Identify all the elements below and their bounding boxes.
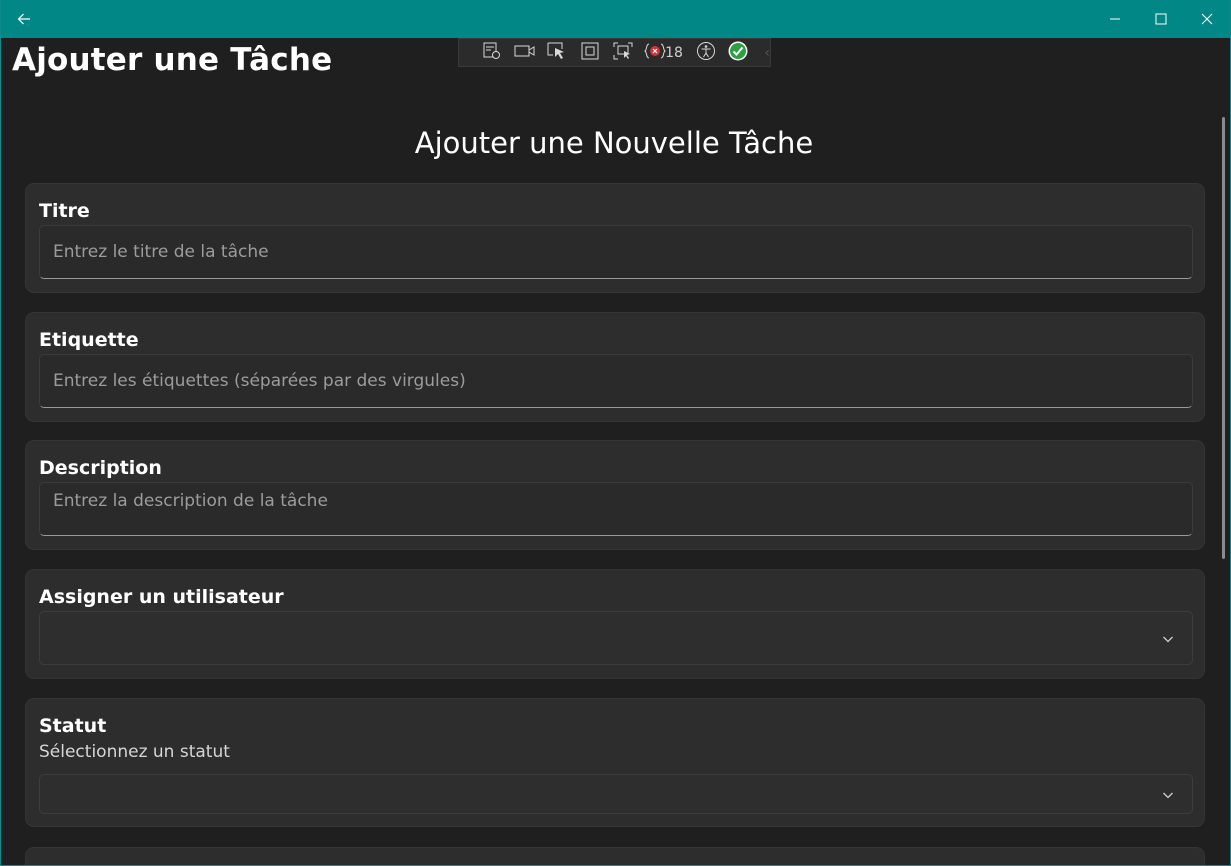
display-layout-adorners-button[interactable]	[575, 41, 605, 65]
status-select[interactable]	[39, 774, 1193, 814]
hot-reload-status-button[interactable]	[724, 41, 754, 65]
description-label: Description	[39, 457, 162, 479]
accessibility-button[interactable]	[691, 41, 721, 65]
status-hint: Sélectionnez un statut	[39, 742, 230, 762]
title-card: Titre	[25, 183, 1205, 293]
vertical-scrollbar[interactable]	[1222, 117, 1225, 559]
close-button[interactable]	[1184, 0, 1230, 38]
close-icon	[1201, 13, 1213, 25]
description-textarea[interactable]	[40, 483, 1192, 535]
visual-tree-icon	[482, 41, 502, 65]
assignee-select[interactable]	[39, 611, 1193, 665]
description-field[interactable]	[39, 482, 1193, 536]
assignee-card: Assigner un utilisateur	[25, 569, 1205, 679]
accessibility-icon	[696, 41, 716, 65]
tags-card: Etiquette	[25, 312, 1205, 422]
tags-input[interactable]	[40, 355, 1192, 407]
check-circle-icon	[727, 40, 749, 66]
title-bar	[1, 0, 1230, 38]
collapse-toolbar-icon[interactable]: ‹	[764, 45, 770, 61]
page-title: Ajouter une Tâche	[12, 42, 333, 78]
cursor-select-icon	[546, 41, 568, 65]
record-button[interactable]	[510, 41, 540, 65]
minimize-button[interactable]	[1092, 0, 1138, 38]
back-button[interactable]	[1, 0, 47, 38]
form-scroll-area: Ajouter une Nouvelle Tâche Titre Etiquet…	[1, 96, 1223, 865]
next-card	[25, 847, 1205, 865]
app-window: Ajouter une Tâche 18 ‹ Ajouter une Nouve…	[0, 0, 1231, 866]
title-field[interactable]	[39, 225, 1193, 279]
status-card: Statut Sélectionnez un statut	[25, 698, 1205, 827]
title-input[interactable]	[40, 226, 1192, 278]
video-camera-icon	[514, 43, 536, 63]
assignee-label: Assigner un utilisateur	[39, 586, 284, 608]
select-element-button[interactable]	[542, 41, 572, 65]
live-visual-tree-button[interactable]	[477, 41, 507, 65]
tags-field[interactable]	[39, 354, 1193, 408]
chevron-down-icon	[1162, 785, 1174, 804]
description-card: Description	[25, 440, 1205, 550]
binding-error-count: 18	[665, 44, 683, 61]
chevron-down-icon	[1162, 629, 1174, 648]
tags-label: Etiquette	[39, 329, 139, 351]
status-label: Statut	[39, 715, 107, 737]
maximize-button[interactable]	[1138, 0, 1184, 38]
xaml-debug-toolbar: 18 ‹	[458, 38, 771, 67]
minimize-icon	[1109, 13, 1121, 25]
adorner-box-icon	[580, 41, 600, 65]
binding-error-icon	[644, 42, 667, 64]
track-focus-icon	[612, 41, 634, 65]
form-heading: Ajouter une Nouvelle Tâche	[414, 126, 814, 160]
maximize-icon	[1155, 13, 1167, 25]
title-label: Titre	[39, 200, 90, 222]
track-focus-button[interactable]	[608, 41, 638, 65]
arrow-left-icon	[16, 11, 32, 27]
